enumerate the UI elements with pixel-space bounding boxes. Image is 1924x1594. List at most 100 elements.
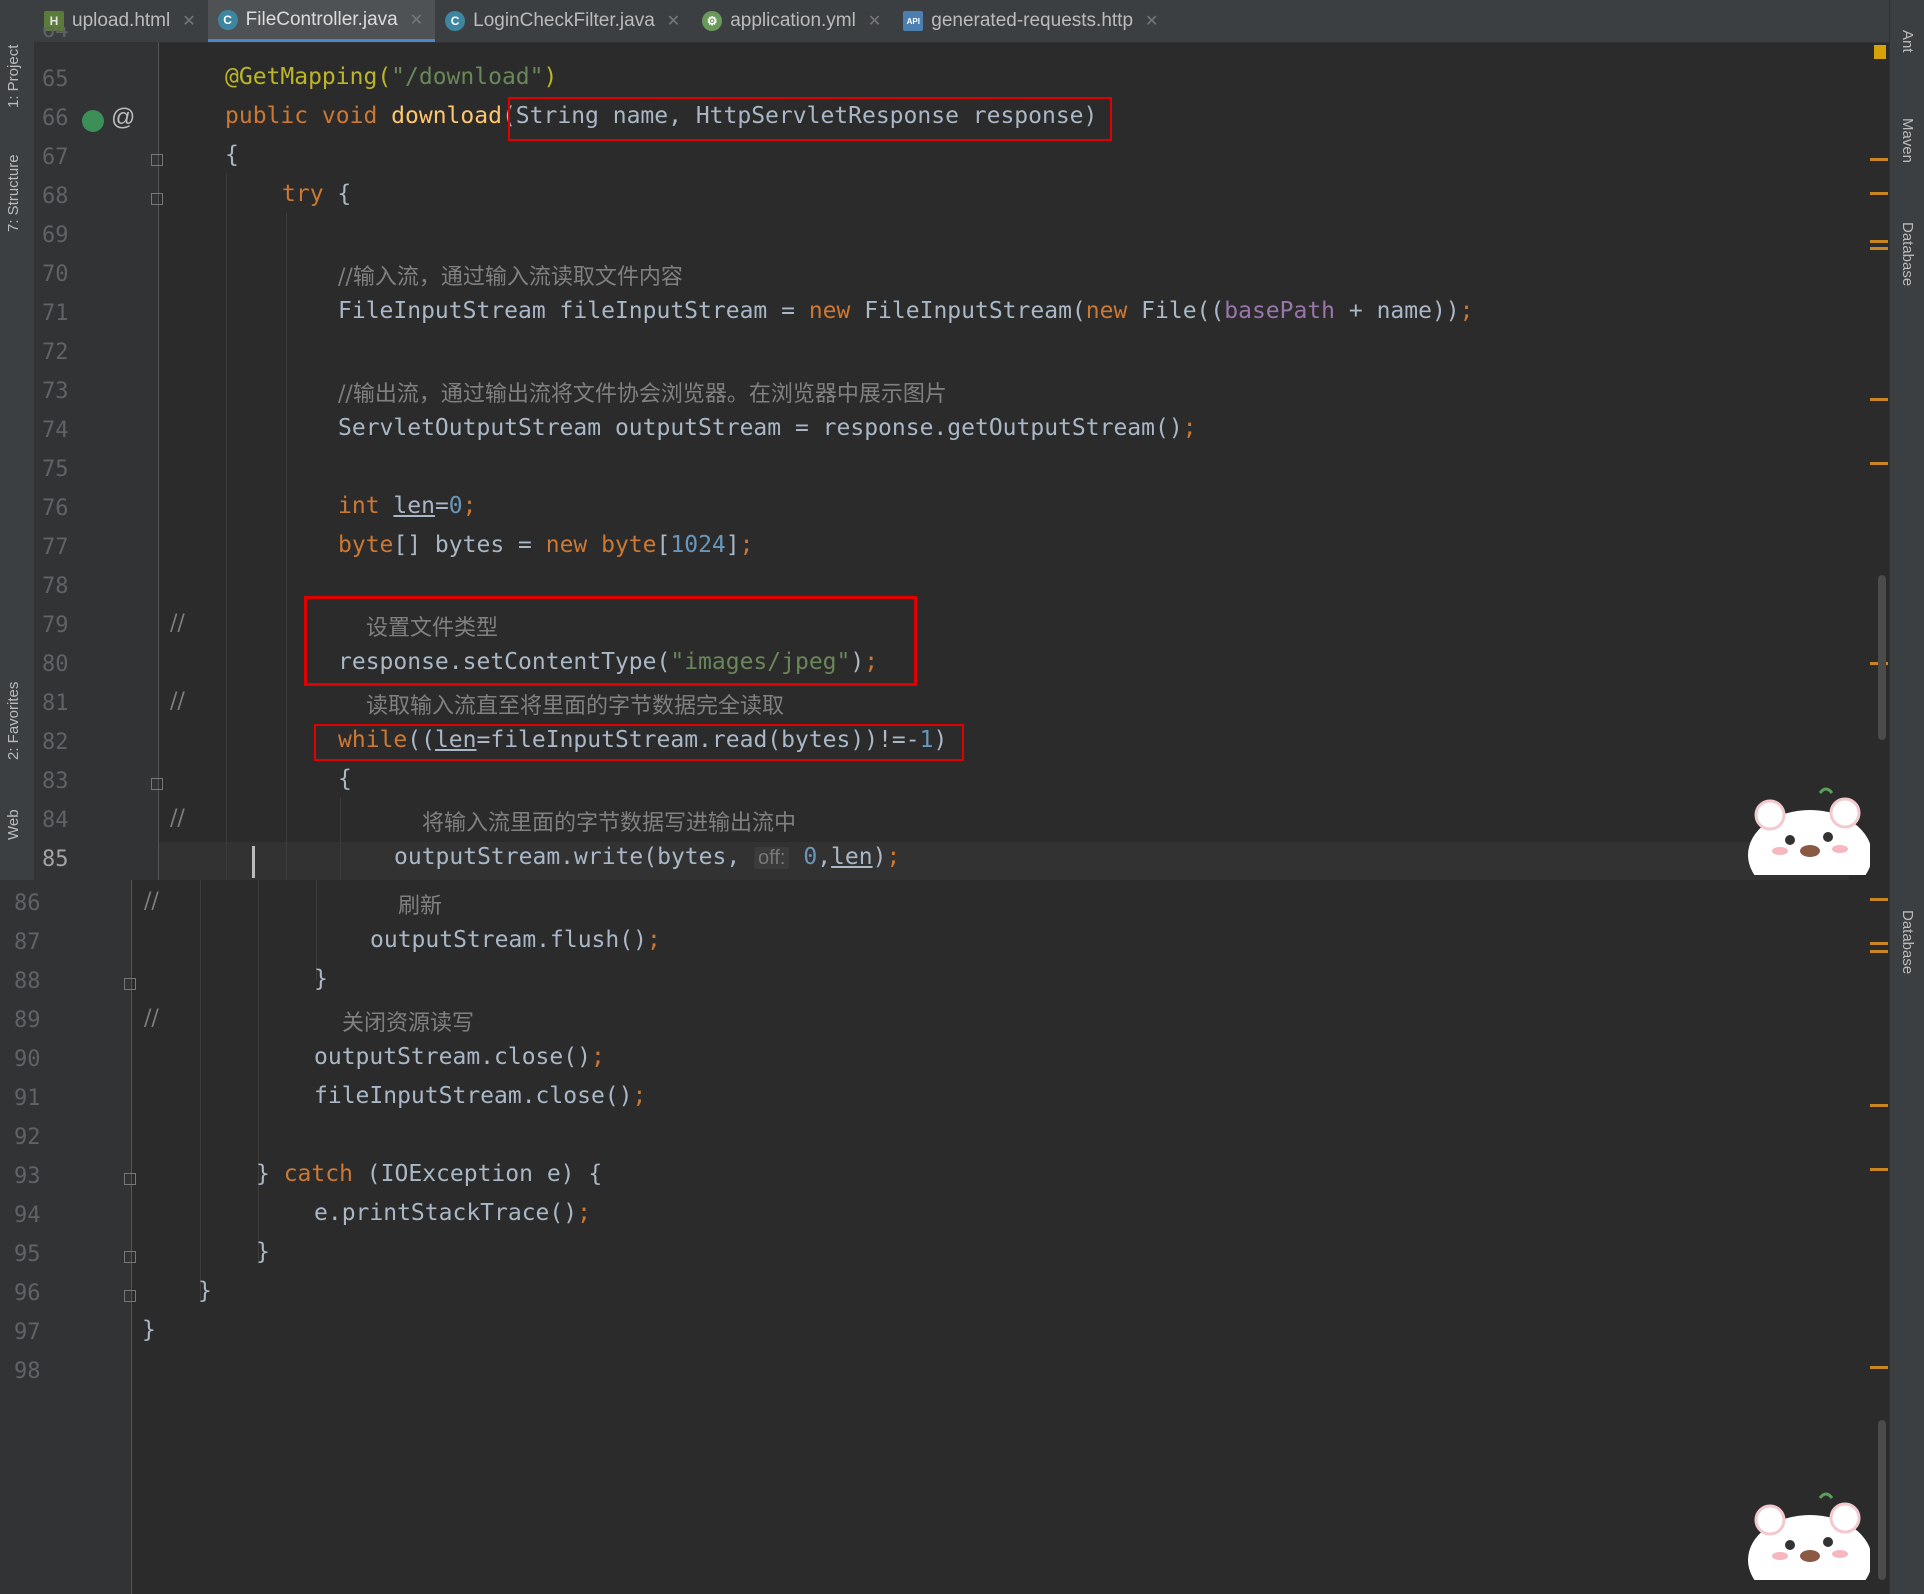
line-number[interactable]: 90 [14, 1047, 54, 1072]
line-number[interactable]: 72 [42, 340, 82, 365]
line-number[interactable]: 73 [42, 379, 82, 404]
line-number[interactable]: 69 [42, 223, 82, 248]
vertical-scrollbar[interactable] [1878, 1420, 1886, 1580]
variable-token: len [393, 493, 435, 519]
indent-guide [200, 880, 201, 1300]
line-number[interactable]: 82 [42, 730, 82, 755]
indent-guide [258, 880, 259, 1260]
line-number[interactable]: 66 [42, 106, 82, 131]
line-number[interactable]: 96 [14, 1281, 54, 1306]
fold-marker-icon[interactable] [124, 1251, 136, 1263]
error-stripe-marker[interactable] [1870, 1104, 1888, 1107]
comment-slashes: // [170, 806, 185, 831]
fold-marker-icon[interactable] [151, 778, 163, 790]
error-stripe-marker[interactable] [1870, 398, 1888, 401]
error-stripe-marker[interactable] [1870, 1366, 1888, 1369]
database-tool-button-bottom[interactable]: Database [1899, 910, 1916, 974]
code-line-83: { [338, 766, 352, 792]
line-number[interactable]: 74 [42, 418, 82, 443]
number-token: 0 [448, 493, 463, 519]
right-tool-strip: Ant Maven Database [1889, 0, 1924, 880]
close-icon[interactable]: ✕ [667, 11, 680, 31]
close-icon[interactable]: ✕ [182, 11, 195, 31]
keyword-token: public void [225, 103, 392, 129]
line-number[interactable]: 77 [42, 535, 82, 560]
error-stripe-marker[interactable] [1870, 240, 1888, 243]
line-number[interactable]: 97 [14, 1320, 54, 1345]
error-stripe-marker[interactable] [1870, 942, 1888, 945]
keyword-token: try [282, 181, 324, 207]
line-number[interactable]: 81 [42, 691, 82, 716]
code-token: e.printStackTrace() [314, 1200, 578, 1226]
code-token: = [434, 493, 449, 519]
line-number[interactable]: 68 [42, 184, 82, 209]
code-line-81: // [170, 688, 185, 714]
line-number[interactable]: 89 [14, 1008, 54, 1033]
ant-tool-label: Ant [1899, 30, 1916, 53]
line-number[interactable]: 76 [42, 496, 82, 521]
tab-filecontroller-java[interactable]: C FileController.java ✕ [207, 0, 436, 42]
favorites-tool-label: 2: Favorites [5, 681, 22, 760]
line-number[interactable]: 98 [14, 1359, 54, 1384]
fold-marker-icon[interactable] [124, 1290, 136, 1302]
line-number[interactable]: 85 [42, 847, 82, 872]
tab-application-yml[interactable]: ⚙ application.yml ✕ [692, 0, 893, 42]
code-token: + name)) [1335, 298, 1460, 324]
line-number[interactable]: 86 [14, 891, 54, 916]
line-number[interactable]: 64 [42, 27, 82, 43]
line-number[interactable]: 84 [42, 808, 82, 833]
project-tool-button[interactable]: 1: Project [5, 45, 22, 108]
code-token: File(( [1127, 298, 1225, 324]
code-line-97: } [142, 1317, 156, 1343]
line-number[interactable]: 70 [42, 262, 82, 287]
line-number[interactable]: 91 [14, 1086, 54, 1111]
structure-tool-label: 7: Structure [5, 154, 22, 232]
maven-tool-button[interactable]: Maven [1899, 118, 1916, 163]
line-number[interactable]: 67 [42, 145, 82, 170]
annotation-at-icon[interactable]: @ [111, 104, 135, 132]
close-icon[interactable]: ✕ [1145, 11, 1158, 31]
line-number[interactable]: 75 [42, 457, 82, 482]
fold-marker-icon[interactable] [151, 193, 163, 205]
line-number[interactable]: 83 [42, 769, 82, 794]
fold-marker-icon[interactable] [151, 154, 163, 166]
fold-marker-icon[interactable] [124, 1173, 136, 1185]
error-stripe-marker[interactable] [1870, 247, 1888, 250]
line-number[interactable]: 88 [14, 969, 54, 994]
tab-generated-requests-http[interactable]: API generated-requests.http ✕ [893, 0, 1170, 42]
keyword-token: catch [283, 1161, 353, 1187]
error-stripe-marker[interactable] [1870, 950, 1888, 953]
ant-tool-button[interactable]: Ant [1899, 30, 1916, 53]
error-stripe-marker[interactable] [1870, 192, 1888, 195]
favorites-tool-button[interactable]: 2: Favorites [5, 682, 22, 760]
semicolon-token: ; [577, 1200, 591, 1226]
semicolon-token: ; [886, 844, 901, 870]
fold-marker-icon[interactable] [124, 978, 136, 990]
error-stripe-marker[interactable] [1870, 898, 1888, 901]
close-icon[interactable]: ✕ [868, 11, 881, 31]
line-number[interactable]: 95 [14, 1242, 54, 1267]
error-stripe-marker[interactable] [1870, 462, 1888, 465]
code-token: ServletOutputStream outputStream = respo… [338, 415, 1183, 441]
vertical-scrollbar[interactable] [1878, 575, 1886, 740]
line-number[interactable]: 79 [42, 613, 82, 638]
warning-marker-icon[interactable] [1874, 45, 1886, 59]
line-number[interactable]: 78 [42, 574, 82, 599]
tab-logincheckfilter-java[interactable]: C LoginCheckFilter.java ✕ [435, 0, 692, 42]
line-number[interactable]: 71 [42, 301, 82, 326]
line-number[interactable]: 80 [42, 652, 82, 677]
line-number[interactable]: 87 [14, 930, 54, 955]
error-stripe-marker[interactable] [1870, 1168, 1888, 1171]
line-number[interactable]: 65 [42, 67, 82, 92]
line-number[interactable]: 92 [14, 1125, 54, 1150]
structure-tool-button[interactable]: 7: Structure [5, 154, 22, 232]
error-stripe-marker[interactable] [1870, 158, 1888, 161]
spring-bean-icon[interactable] [82, 110, 104, 132]
line-number[interactable]: 94 [14, 1203, 54, 1228]
maven-tool-label: Maven [1899, 118, 1916, 164]
code-token: fileInputStream.close() [314, 1083, 633, 1109]
web-tool-button[interactable]: Web [5, 809, 22, 840]
close-icon[interactable]: ✕ [410, 10, 423, 30]
database-tool-button[interactable]: Database [1899, 222, 1916, 286]
line-number[interactable]: 93 [14, 1164, 54, 1189]
